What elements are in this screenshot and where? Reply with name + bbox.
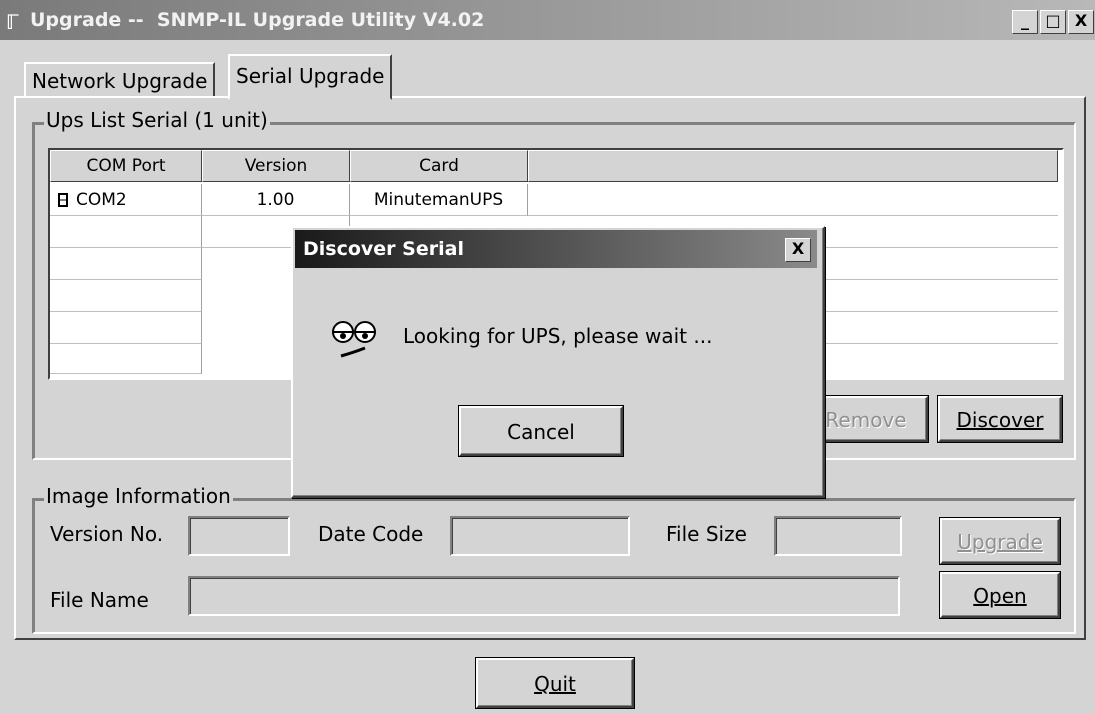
file-name-field[interactable] bbox=[188, 576, 900, 616]
column-header-blank[interactable] bbox=[528, 150, 1058, 182]
dialog-title: Discover Serial bbox=[303, 238, 464, 260]
cancel-button-label: Cancel bbox=[507, 420, 575, 444]
cell-port: COM2 bbox=[76, 190, 127, 210]
date-code-field[interactable] bbox=[450, 516, 630, 556]
tab-network-upgrade[interactable]: Network Upgrade bbox=[24, 62, 216, 98]
app-icon: ℾ bbox=[6, 10, 20, 34]
table-row-empty bbox=[50, 312, 202, 344]
quit-button-label: Quit bbox=[534, 672, 576, 696]
file-size-field[interactable] bbox=[774, 516, 902, 556]
table-row-empty bbox=[50, 216, 202, 248]
column-header-com-port[interactable]: COM Port bbox=[50, 150, 202, 182]
minimize-button[interactable]: _ bbox=[1012, 10, 1038, 34]
upgrade-button[interactable]: Upgrade bbox=[940, 518, 1060, 564]
table-row-empty bbox=[50, 344, 202, 374]
cancel-button[interactable]: Cancel bbox=[459, 406, 623, 456]
table-row-com2-port[interactable]: COM2 bbox=[50, 184, 202, 216]
close-button[interactable]: X bbox=[1068, 10, 1094, 34]
main-window: ℾ Upgrade -- SNMP-IL Upgrade Utility V4.… bbox=[0, 0, 1095, 714]
title-bar[interactable]: ℾ Upgrade -- SNMP-IL Upgrade Utility V4.… bbox=[0, 0, 1095, 40]
open-button[interactable]: Open bbox=[940, 572, 1060, 618]
dialog-message: Looking for UPS, please wait ... bbox=[403, 324, 713, 348]
tab-serial-upgrade[interactable]: Serial Upgrade bbox=[228, 54, 393, 100]
table-row-empty bbox=[50, 248, 202, 280]
file-name-label: File Name bbox=[50, 588, 149, 612]
tab-label: Network Upgrade bbox=[32, 69, 208, 93]
image-info-group-label: Image Information bbox=[44, 484, 233, 508]
date-code-label: Date Code bbox=[318, 522, 424, 546]
table-row-empty bbox=[50, 280, 202, 312]
face-icon bbox=[332, 321, 376, 358]
dialog-title-bar[interactable]: Discover Serial X bbox=[295, 230, 817, 268]
discover-button[interactable]: Discover bbox=[938, 396, 1062, 442]
ups-icon bbox=[58, 193, 68, 207]
cell-version[interactable]: 1.00 bbox=[202, 184, 350, 216]
cell-card[interactable]: MinutemanUPS bbox=[350, 184, 528, 216]
ups-list-group-label: Ups List Serial (1 unit) bbox=[44, 108, 270, 132]
remove-button-label: Remove bbox=[825, 408, 907, 432]
file-size-label: File Size bbox=[666, 522, 747, 546]
column-header-version[interactable]: Version bbox=[202, 150, 350, 182]
discover-button-label: Discover bbox=[956, 408, 1044, 432]
dialog-close-button[interactable]: X bbox=[785, 238, 811, 262]
discover-serial-dialog: Discover Serial X Looking for UPS, pleas… bbox=[291, 226, 825, 498]
window-title: Upgrade -- SNMP-IL Upgrade Utility V4.02 bbox=[30, 9, 485, 31]
tab-label: Serial Upgrade bbox=[236, 64, 385, 88]
open-button-label: Open bbox=[973, 584, 1027, 608]
cell-blank[interactable] bbox=[528, 184, 1058, 216]
version-no-field[interactable] bbox=[188, 516, 290, 556]
maximize-button[interactable]: □ bbox=[1040, 10, 1066, 34]
version-no-label: Version No. bbox=[50, 522, 164, 546]
column-header-card[interactable]: Card bbox=[350, 150, 528, 182]
quit-button[interactable]: Quit bbox=[476, 658, 634, 708]
upgrade-button-label: Upgrade bbox=[957, 530, 1043, 554]
